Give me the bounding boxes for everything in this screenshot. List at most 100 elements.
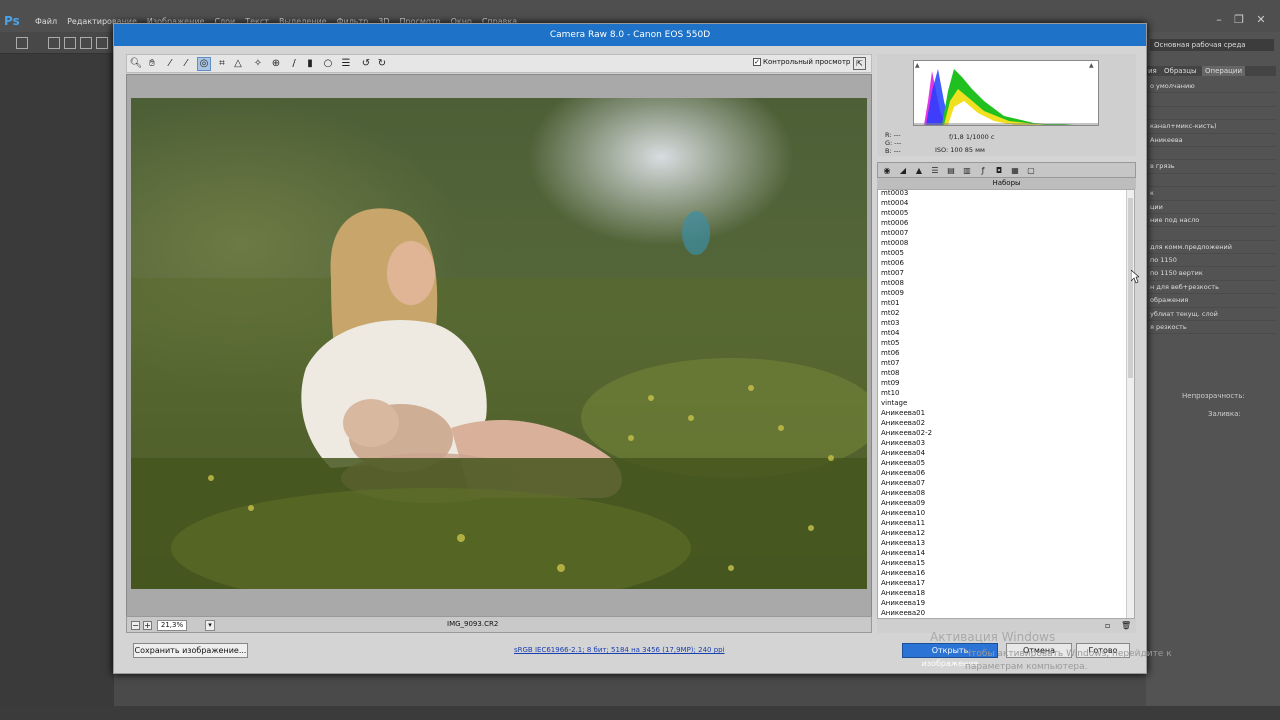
preset-item[interactable]: mt0007 <box>881 228 932 238</box>
hand-tool-icon[interactable]: ✋︎ <box>145 57 159 71</box>
preset-item[interactable]: mt0006 <box>881 218 932 228</box>
zoom-dropdown-icon[interactable]: ▾ <box>205 620 215 631</box>
workflow-options-link[interactable]: sRGB IEC61966-2.1; 8 бит; 5184 на 3456 (… <box>514 646 725 654</box>
action-item[interactable] <box>1146 107 1276 121</box>
preset-item[interactable]: Аникеева18 <box>881 588 932 598</box>
preset-item[interactable]: Аникеева09 <box>881 498 932 508</box>
action-item[interactable] <box>1146 147 1276 161</box>
adjustment-brush-icon[interactable]: / <box>287 57 301 71</box>
scrollbar-thumb[interactable] <box>1128 198 1133 378</box>
new-selection-icon[interactable] <box>48 37 60 49</box>
basic-tab-icon[interactable]: ◉ <box>880 164 894 177</box>
preset-item[interactable]: mt006 <box>881 258 932 268</box>
preset-item[interactable]: Аникеева02-2 <box>881 428 932 438</box>
close-window-icon[interactable]: ✕ <box>1254 13 1268 27</box>
zoom-tool-icon[interactable]: 🔍︎ <box>129 57 143 71</box>
split-toning-tab-icon[interactable]: ▤ <box>944 164 958 177</box>
rotate-cw-icon[interactable]: ↻ <box>375 57 389 71</box>
camera-calibration-tab-icon[interactable]: ◘ <box>992 164 1006 177</box>
tab-actions[interactable]: Операции <box>1202 66 1245 76</box>
spot-removal-tool-icon[interactable]: ✧ <box>251 57 265 71</box>
preset-item[interactable]: mt01 <box>881 298 932 308</box>
preset-item[interactable]: mt02 <box>881 308 932 318</box>
preview-checkbox-box[interactable]: ✓ <box>753 58 761 66</box>
action-item[interactable]: о умолчанию <box>1146 80 1276 94</box>
preset-item[interactable]: mt009 <box>881 288 932 298</box>
action-item[interactable]: ублиат текущ. слой <box>1146 308 1276 322</box>
action-item[interactable]: по 1150 <box>1146 254 1276 268</box>
preset-item[interactable]: Аникеева12 <box>881 528 932 538</box>
white-balance-tool-icon[interactable]: ⁄ <box>163 57 177 71</box>
straighten-tool-icon[interactable]: △ <box>231 57 245 71</box>
preset-item[interactable]: mt05 <box>881 338 932 348</box>
tone-curve-tab-icon[interactable]: ◢ <box>896 164 910 177</box>
minimize-icon[interactable]: – <box>1212 13 1226 27</box>
menu-item[interactable]: Файл <box>30 16 62 28</box>
preset-item[interactable]: mt03 <box>881 318 932 328</box>
preset-item[interactable]: Аникеева13 <box>881 538 932 548</box>
preset-item[interactable]: mt08 <box>881 368 932 378</box>
preset-item[interactable]: mt10 <box>881 388 932 398</box>
color-sampler-tool-icon[interactable]: ⁄ <box>179 57 193 71</box>
preset-item[interactable]: mt0008 <box>881 238 932 248</box>
preset-item[interactable]: mt09 <box>881 378 932 388</box>
photo-preview[interactable] <box>131 98 867 589</box>
preferences-icon[interactable]: ☰ <box>339 57 353 71</box>
restore-icon[interactable]: ❐ <box>1232 13 1246 27</box>
action-item[interactable]: я резкость <box>1146 321 1276 335</box>
rotate-ccw-icon[interactable]: ↺ <box>359 57 373 71</box>
preset-item[interactable]: Аникеева17 <box>881 578 932 588</box>
presets-list[interactable]: mt0003 mt0004 mt0005 mt0006 mt0007 mt0008 mt00… <box>877 189 1135 619</box>
add-selection-icon[interactable] <box>64 37 76 49</box>
action-item[interactable]: ображения <box>1146 294 1276 308</box>
graduated-filter-icon[interactable]: ▮ <box>303 57 317 71</box>
preset-item[interactable]: mt008 <box>881 278 932 288</box>
snapshots-tab-icon[interactable]: ▢ <box>1024 164 1038 177</box>
highlight-clipping-icon[interactable]: ▲ <box>1089 62 1097 69</box>
crop-tool-icon[interactable]: ⌗ <box>215 57 229 71</box>
detail-tab-icon[interactable]: ▲ <box>912 164 926 177</box>
preset-item[interactable]: Аникеева07 <box>881 478 932 488</box>
preview-checkbox[interactable]: ✓ Контрольный просмотр <box>753 58 850 66</box>
action-item[interactable]: для комм.предложений <box>1146 241 1276 255</box>
presets-tab-icon[interactable]: ▦ <box>1008 164 1022 177</box>
action-item[interactable]: ции <box>1146 201 1276 214</box>
effects-tab-icon[interactable]: ƒ <box>976 164 990 177</box>
subtract-selection-icon[interactable] <box>80 37 92 49</box>
action-item[interactable]: по 1150 вертик <box>1146 267 1276 281</box>
preset-item[interactable]: Аникеева02 <box>881 418 932 428</box>
action-item[interactable]: в грязь <box>1146 160 1276 174</box>
preset-item[interactable]: Аникеева16 <box>881 568 932 578</box>
preset-item[interactable]: Аникеева06 <box>881 468 932 478</box>
action-item[interactable] <box>1146 174 1276 188</box>
tab-history[interactable]: ия <box>1148 66 1157 76</box>
preset-item[interactable]: mt04 <box>881 328 932 338</box>
preset-item[interactable]: Аникеева10 <box>881 508 932 518</box>
marquee-option-icon[interactable] <box>16 37 28 49</box>
preset-item[interactable]: mt007 <box>881 268 932 278</box>
preset-item[interactable]: Аникеева15 <box>881 558 932 568</box>
preset-item[interactable]: Аникеева04 <box>881 448 932 458</box>
preset-item[interactable]: mt005 <box>881 248 932 258</box>
preset-item[interactable]: Аникеева19 <box>881 598 932 608</box>
delete-preset-icon[interactable]: 🗑︎ <box>1121 621 1131 630</box>
radial-filter-icon[interactable]: ○ <box>321 57 335 71</box>
hsl-tab-icon[interactable]: ☰ <box>928 164 942 177</box>
red-eye-tool-icon[interactable]: ⊕ <box>269 57 283 71</box>
preset-item[interactable]: mt0003 <box>881 190 932 198</box>
preset-item[interactable]: mt06 <box>881 348 932 358</box>
new-preset-icon[interactable]: ▫ <box>1105 621 1110 630</box>
preset-item[interactable]: Аникеева08 <box>881 488 932 498</box>
zoom-out-button[interactable]: − <box>131 621 140 630</box>
action-item[interactable]: к <box>1146 187 1276 201</box>
preset-item[interactable]: mt0005 <box>881 208 932 218</box>
preset-item[interactable]: Аникеева03 <box>881 438 932 448</box>
preset-item[interactable]: Аникеева20 <box>881 608 932 618</box>
action-item[interactable]: канал+микс-кисть) <box>1146 120 1276 134</box>
preset-item[interactable]: mt07 <box>881 358 932 368</box>
workspace-selector[interactable]: Основная рабочая среда <box>1150 39 1274 51</box>
zoom-in-button[interactable]: + <box>143 621 152 630</box>
save-image-button[interactable]: Сохранить изображение... <box>133 643 248 658</box>
intersect-selection-icon[interactable] <box>96 37 108 49</box>
preset-item[interactable]: Аникеева14 <box>881 548 932 558</box>
